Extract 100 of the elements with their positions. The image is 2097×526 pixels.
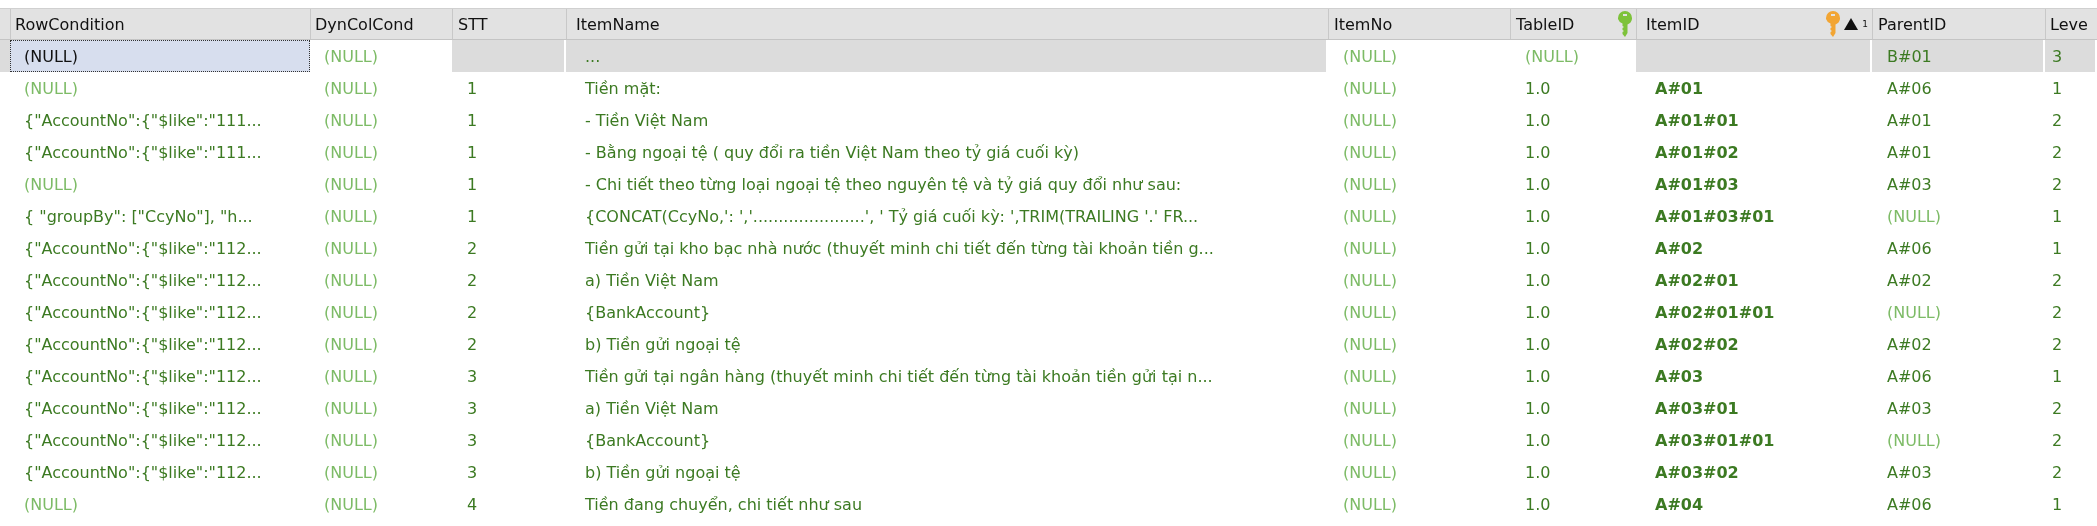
table-cell-text: A#03#01#01 [1654,429,1776,452]
table-cell-text: (NULL) [1342,173,1398,196]
column-header[interactable]: RowCondition [10,9,310,39]
table-cell-text: A#03 [1886,397,1933,420]
table-cell-text: (NULL) [323,77,379,100]
table-cell-text: 3 [466,429,479,452]
table-cell: B#01 [1872,40,2043,72]
table-cell-text: 2 [2051,109,2064,132]
table-cell-text: 1 [466,77,479,100]
table-cell-text: 1 [2051,77,2064,100]
table-cell-text: { "groupBy": ["CcyNo"], "h... [23,205,254,228]
table-cell-text: (NULL) [1342,365,1398,388]
table-cell-text: (NULL) [1524,45,1580,68]
table-cell-text: (NULL) [323,461,379,484]
table-cell-text: 1.0 [1524,333,1552,356]
table-cell-text: 2 [2051,461,2064,484]
column-header[interactable]: STT [452,9,566,39]
table-cell-text: 2 [466,269,479,292]
table-cell-text: (NULL) [1342,45,1398,68]
table-cell-text: 2 [466,301,479,324]
column-label: TableID [1516,14,1575,34]
column-label: Leve [2050,14,2088,34]
table-cell-text: 2 [2051,269,2064,292]
table-cell-text: 2 [466,333,479,356]
column-header[interactable]: DynColCond [310,9,452,39]
table-cell-text: A#03 [1654,365,1705,388]
table-cell-text: A#01 [1886,109,1933,132]
table-cell-text: {"AccountNo":{"$like":"112... [23,301,263,324]
table-cell-text: A#02#02 [1654,333,1740,356]
table-cell-text: (NULL) [323,205,379,228]
table-cell-text: {BankAccount} [584,301,712,324]
column-header[interactable]: ParentID [1872,9,2045,39]
table-cell-text: (NULL) [323,109,379,132]
table-cell-text: (NULL) [1342,269,1398,292]
table-cell-text: 2 [2051,397,2064,420]
table-cell-text: 1.0 [1524,397,1552,420]
table-cell-text: {"AccountNo":{"$like":"111... [23,141,263,164]
table-cell-text: A#01#03#01 [1654,205,1776,228]
table-cell-text: A#01 [1886,141,1933,164]
table-cell-text: A#02#01#01 [1654,301,1776,324]
table-cell-text: (NULL) [323,45,379,68]
table-cell-text: A#03#01 [1654,397,1740,420]
sort-index: 1 [1862,19,1868,29]
table-cell-text: 1.0 [1524,301,1552,324]
table-cell-text: {"AccountNo":{"$like":"112... [23,237,263,260]
table-cell-text: (NULL) [323,429,379,452]
table-cell-text: b) Tiền gửi ngoại tệ [584,461,742,484]
table-cell-text: A#06 [1886,237,1933,260]
table-cell-text: 2 [2051,429,2064,452]
table-cell-text: A#01 [1654,77,1705,100]
table-cell-text: 1.0 [1524,269,1552,292]
table-cell-text: (NULL) [1342,237,1398,260]
table-cell: ... [566,40,1326,72]
table-cell-text: (NULL) [23,77,79,100]
table-cell-text: 1.0 [1524,109,1552,132]
table-cell-text: 1.0 [1524,365,1552,388]
table-cell-text: b) Tiền gửi ngoại tệ [584,333,742,356]
table-cell-text: 1 [2051,237,2064,260]
table-cell-text: A#01#03 [1654,173,1740,196]
table-cell-text: (NULL) [323,333,379,356]
table-cell-text: A#04 [1654,493,1705,516]
table-cell-text: 1.0 [1524,461,1552,484]
table-cell-text: A#06 [1886,77,1933,100]
column-label: DynColCond [315,14,414,34]
column-header[interactable]: ItemID 1 [1636,9,1872,39]
column-label: ItemName [576,14,660,34]
table-cell: (NULL) [10,40,310,72]
table-cell-text: {BankAccount} [584,429,712,452]
table-cell-text: 2 [466,237,479,260]
table-cell-text: (NULL) [1342,493,1398,516]
table-cell-text: (NULL) [1342,205,1398,228]
table-cell-text: a) Tiền Việt Nam [584,397,720,420]
table-cell-text: 1 [2051,365,2064,388]
table-cell-text: 2 [2051,141,2064,164]
table-cell-text: 1.0 [1524,173,1552,196]
column-header[interactable]: ItemNo [1328,9,1510,39]
table-cell-text: {"AccountNo":{"$like":"112... [23,333,263,356]
table-cell-text: (NULL) [323,397,379,420]
table-cell-text: (NULL) [1342,77,1398,100]
table-cell-text: 1 [466,205,479,228]
column-label: STT [458,14,488,34]
table-cell-text: (NULL) [323,269,379,292]
table-cell-text: - Tiền Việt Nam [584,109,710,132]
sort-icon [1844,16,1859,32]
table-cell-text: Tiền gửi tại ngân hàng (thuyết minh chi tiết đến từng tài khoản tiền gửi tại n... [584,365,1214,388]
row-selector[interactable] [0,40,10,72]
table-cell-text: 1 [2051,205,2064,228]
table-cell-text: A#02#01 [1654,269,1740,292]
table-cell-text: 1.0 [1524,205,1552,228]
column-header[interactable]: TableID [1510,9,1636,39]
table-cell-text: {"AccountNo":{"$like":"111... [23,109,263,132]
table-cell-text: (NULL) [1342,397,1398,420]
column-label: ItemNo [1334,14,1393,34]
column-header[interactable]: ItemName [566,9,1328,39]
table-cell-text: (NULL) [323,365,379,388]
table-cell-text: 1 [2051,493,2064,516]
table-cell-text: A#02 [1886,269,1933,292]
column-header[interactable]: Leve [2045,9,2097,39]
table-cell-text: 2 [2051,173,2064,196]
table-cell-text: (NULL) [323,493,379,516]
